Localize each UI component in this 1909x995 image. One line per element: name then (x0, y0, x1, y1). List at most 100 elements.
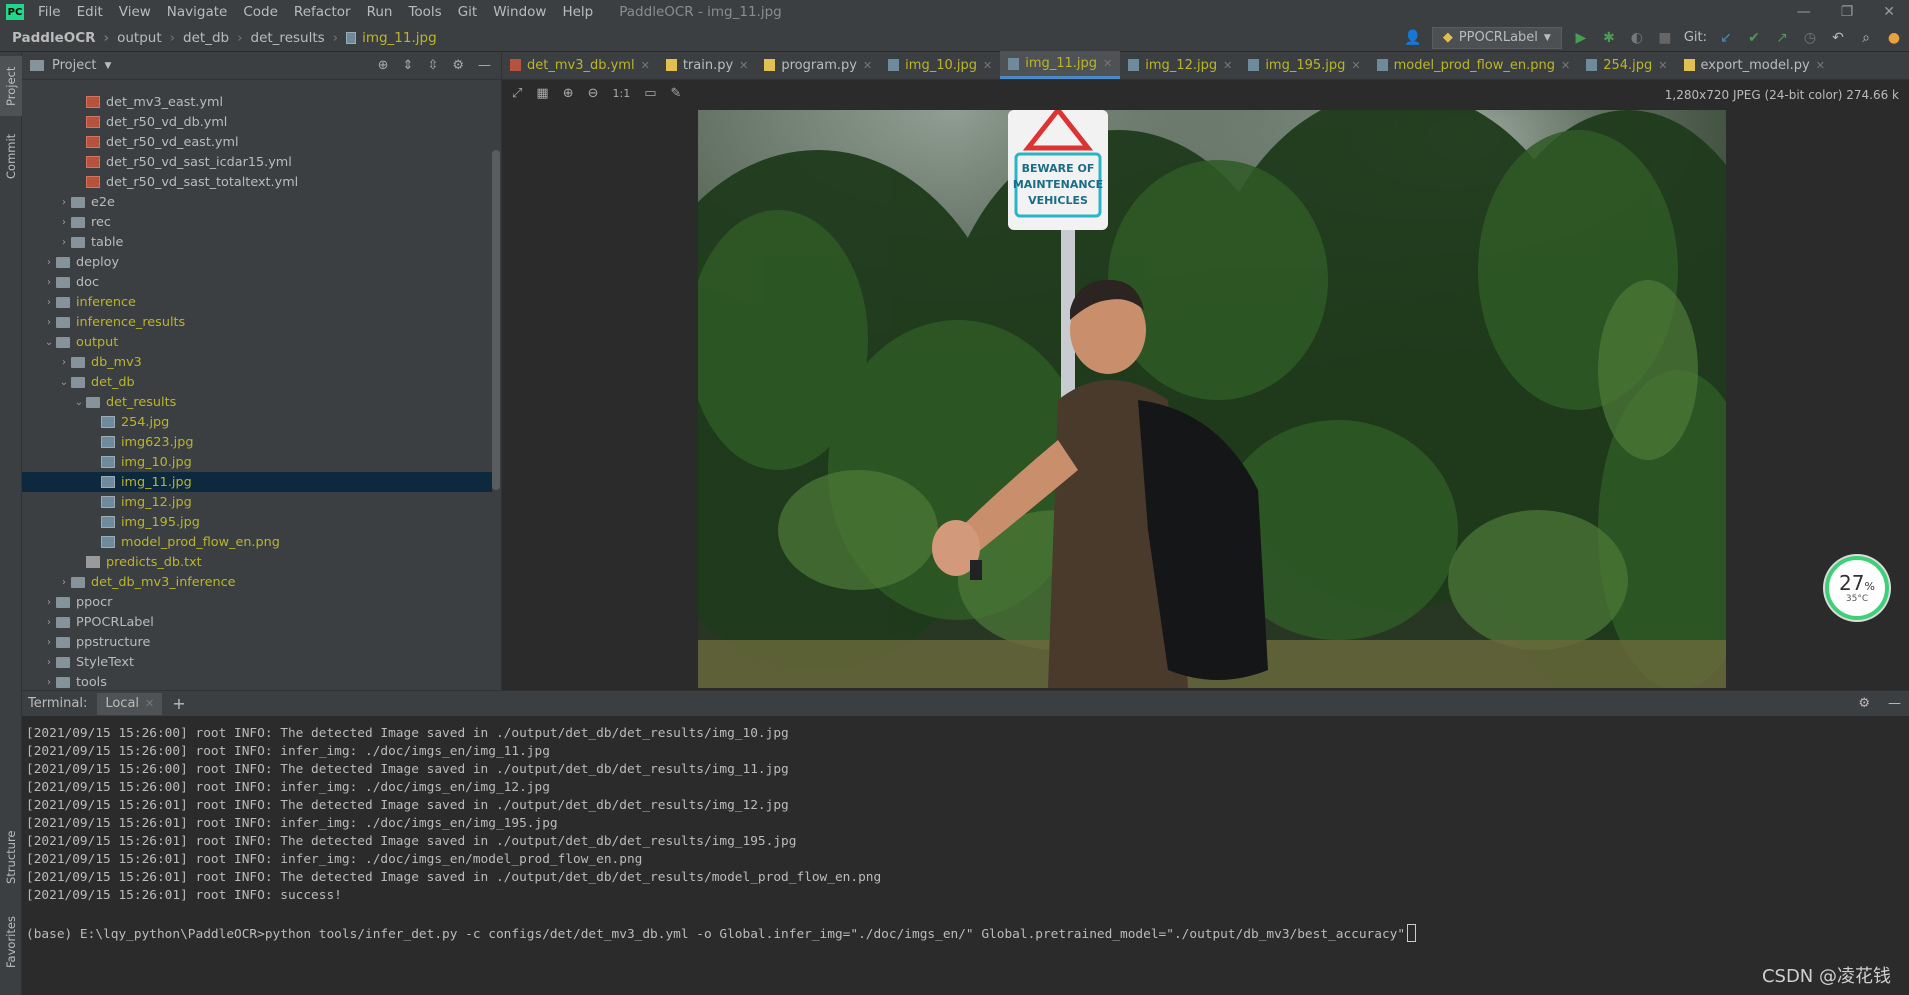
close-icon[interactable]: ✕ (1351, 59, 1360, 72)
rollback-icon[interactable]: ↶ (1829, 29, 1847, 47)
tree-item[interactable]: img_10.jpg (22, 452, 492, 472)
tree-item[interactable]: img_12.jpg (22, 492, 492, 512)
search-icon[interactable]: ⌕ (1857, 29, 1875, 47)
menu-code[interactable]: Code (235, 4, 286, 20)
editor-tab[interactable]: export_model.py ✕ (1676, 51, 1833, 79)
project-scrollbar[interactable] (492, 150, 500, 490)
chevron-right-icon[interactable]: › (57, 237, 71, 248)
tab-commit-tool[interactable]: Commit (0, 126, 22, 186)
tree-item[interactable]: ⌄ det_results (22, 392, 492, 412)
tree-item[interactable]: › det_db_mv3_inference (22, 572, 492, 592)
terminal-tab-local[interactable]: Local ✕ (97, 692, 163, 715)
tree-item[interactable]: › db_mv3 (22, 352, 492, 372)
close-icon[interactable]: ✕ (739, 59, 748, 72)
tree-item[interactable]: det_r50_vd_east.yml (22, 132, 492, 152)
close-icon[interactable]: ✕ (1103, 57, 1112, 70)
debug-icon[interactable]: ✱ (1600, 29, 1618, 47)
breadcrumb-output[interactable]: output › (117, 30, 183, 46)
gear-icon[interactable]: ⚙ (452, 58, 464, 73)
updates-icon[interactable]: ● (1885, 29, 1903, 47)
tree-item[interactable]: › e2e (22, 192, 492, 212)
close-icon[interactable]: ✕ (863, 59, 872, 72)
user-icon[interactable]: 👤 (1404, 29, 1422, 47)
expand-all-icon[interactable]: ⇕ (403, 58, 414, 73)
menu-help[interactable]: Help (554, 4, 601, 20)
editor-tab[interactable]: det_mv3_db.yml ✕ (502, 51, 658, 79)
editor-tab[interactable]: img_195.jpg ✕ (1240, 51, 1368, 79)
chevron-right-icon[interactable]: › (42, 297, 56, 308)
menu-window[interactable]: Window (485, 4, 554, 20)
chevron-right-icon[interactable]: › (42, 677, 56, 688)
chevron-right-icon[interactable]: › (42, 657, 56, 668)
close-icon[interactable]: ✕ (1658, 59, 1667, 72)
breadcrumb-det-results[interactable]: det_results › (251, 30, 347, 46)
project-view-select[interactable]: Project (52, 58, 96, 73)
menu-tools[interactable]: Tools (400, 4, 449, 20)
add-terminal-icon[interactable]: + (172, 694, 185, 713)
breadcrumb-project[interactable]: PaddleOCR › (0, 30, 117, 46)
chevron-right-icon[interactable]: › (57, 577, 71, 588)
tree-item[interactable]: › ppocr (22, 592, 492, 612)
git-commit-icon[interactable]: ✔ (1745, 29, 1763, 47)
zoom-in-icon[interactable]: ⊕ (563, 86, 574, 101)
tree-item[interactable]: 254.jpg (22, 412, 492, 432)
fit-window-icon[interactable]: ⤢ (512, 86, 522, 101)
tree-item[interactable]: det_r50_vd_sast_icdar15.yml (22, 152, 492, 172)
fit-zoom-icon[interactable]: ▭ (644, 86, 656, 101)
tree-item[interactable]: › PPOCRLabel (22, 612, 492, 632)
hide-icon[interactable]: — (1888, 696, 1909, 711)
close-icon[interactable]: ✕ (983, 59, 992, 72)
tree-item[interactable]: › table (22, 232, 492, 252)
close-icon[interactable]: ✕ (1223, 59, 1232, 72)
chevron-right-icon[interactable]: › (57, 217, 71, 228)
editor-tab[interactable]: img_11.jpg ✕ (1000, 51, 1121, 79)
menu-view[interactable]: View (111, 4, 159, 20)
editor-tab[interactable]: img_12.jpg ✕ (1120, 51, 1240, 79)
stop-icon[interactable]: ■ (1656, 29, 1674, 47)
history-icon[interactable]: ◷ (1801, 29, 1819, 47)
tree-item[interactable]: › inference_results (22, 312, 492, 332)
git-update-icon[interactable]: ↙ (1717, 29, 1735, 47)
tree-item[interactable]: › StyleText (22, 652, 492, 672)
gear-icon[interactable]: ⚙ (1858, 696, 1878, 711)
coverage-icon[interactable]: ◐ (1628, 29, 1646, 47)
grid-icon[interactable]: ▦ (536, 86, 548, 101)
tree-item[interactable]: ⌄ det_db (22, 372, 492, 392)
color-picker-icon[interactable]: ✎ (671, 86, 682, 101)
git-push-icon[interactable]: ↗ (1773, 29, 1791, 47)
restore-icon[interactable]: ❐ (1841, 4, 1854, 20)
breadcrumb-img-11[interactable]: img_11.jpg (346, 30, 437, 46)
tree-item[interactable]: img623.jpg (22, 432, 492, 452)
tree-item[interactable]: det_mv3_east.yml (22, 92, 492, 112)
editor-tab[interactable]: train.py ✕ (658, 51, 757, 79)
tab-favorites-tool[interactable]: Favorites (0, 907, 22, 977)
tree-item[interactable]: › doc (22, 272, 492, 292)
close-icon[interactable]: ✕ (1816, 59, 1825, 72)
tree-item[interactable]: › deploy (22, 252, 492, 272)
hide-icon[interactable]: — (478, 58, 491, 73)
zoom-out-icon[interactable]: ⊖ (588, 86, 599, 101)
tree-item[interactable]: model_prod_flow_en.png (22, 532, 492, 552)
close-icon[interactable]: ✕ (641, 59, 650, 72)
chevron-right-icon[interactable]: › (42, 277, 56, 288)
editor-tab[interactable]: img_10.jpg ✕ (880, 51, 1000, 79)
menu-refactor[interactable]: Refactor (286, 4, 359, 20)
run-config-select[interactable]: ◆ PPOCRLabel ▼ (1431, 26, 1562, 49)
tree-item[interactable]: › tools (22, 672, 492, 690)
tree-item[interactable]: ⌄ output (22, 332, 492, 352)
editor-tab[interactable]: 254.jpg ✕ (1578, 51, 1675, 79)
chevron-down-icon[interactable]: ⌄ (57, 377, 71, 388)
chevron-down-icon[interactable]: ⌄ (72, 397, 86, 408)
editor-tab[interactable]: model_prod_flow_en.png ✕ (1369, 51, 1579, 79)
chevron-right-icon[interactable]: › (57, 357, 71, 368)
tree-item[interactable]: img_195.jpg (22, 512, 492, 532)
chevron-right-icon[interactable]: › (42, 597, 56, 608)
chevron-right-icon[interactable]: › (57, 197, 71, 208)
close-icon[interactable]: ✕ (145, 697, 154, 710)
menu-run[interactable]: Run (359, 4, 401, 20)
actual-size-button[interactable]: 1:1 (613, 87, 631, 100)
chevron-down-icon[interactable]: ▼ (104, 61, 111, 71)
close-icon[interactable]: ✕ (1561, 59, 1570, 72)
chevron-right-icon[interactable]: › (42, 637, 56, 648)
run-icon[interactable]: ▶ (1572, 29, 1590, 47)
